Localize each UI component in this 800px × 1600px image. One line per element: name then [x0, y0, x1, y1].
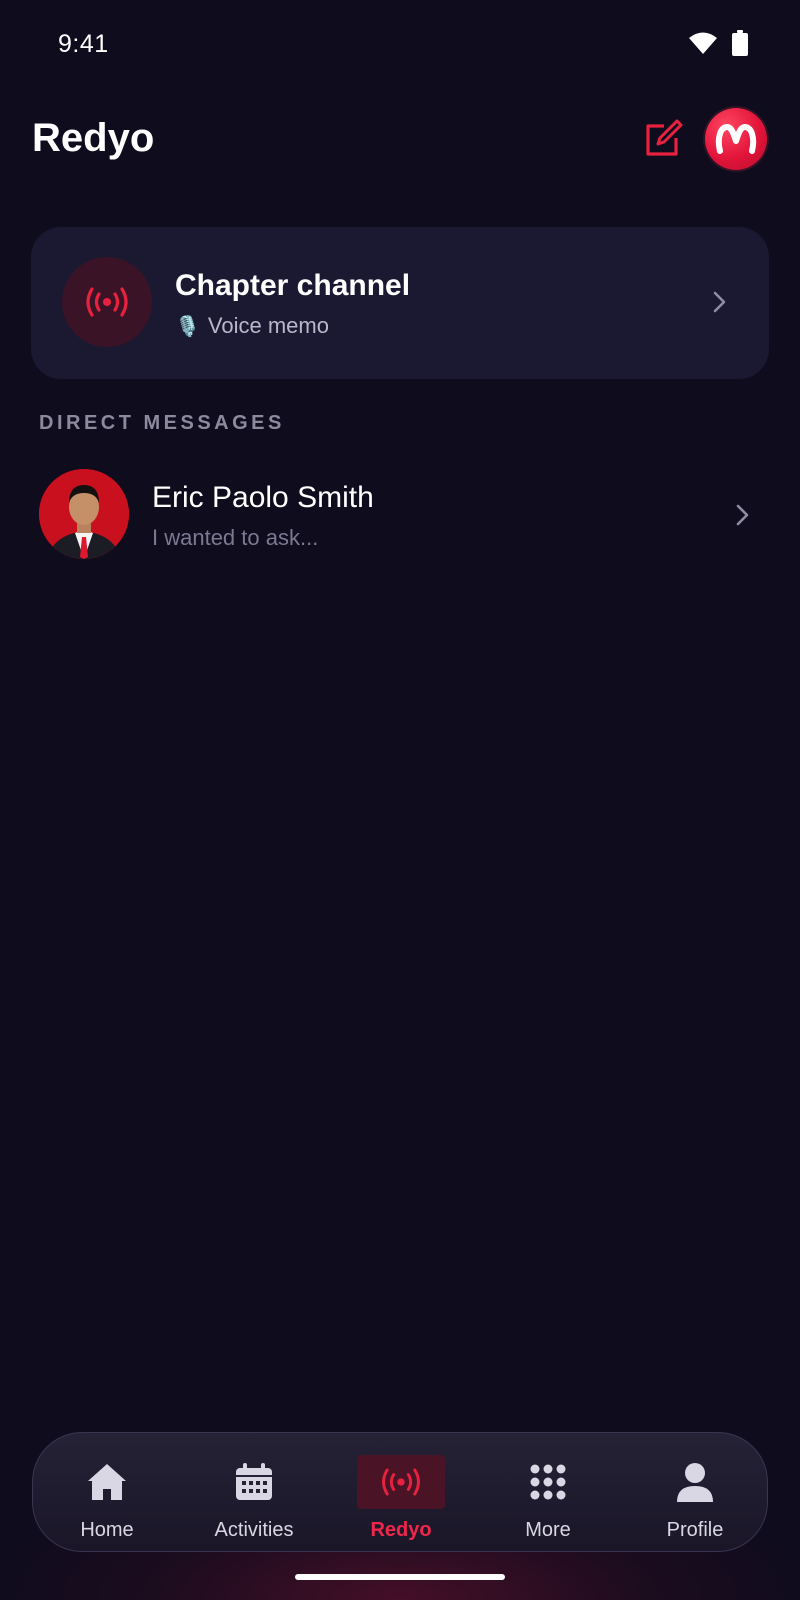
status-icons [688, 30, 748, 56]
home-indicator[interactable] [295, 1574, 505, 1580]
nav-item-more[interactable]: More [488, 1433, 608, 1553]
status-time: 9:41 [58, 30, 109, 58]
direct-messages-label: DIRECT MESSAGES [39, 412, 285, 434]
nav-icon-wrap [504, 1455, 592, 1509]
chevron-right-icon [713, 291, 726, 313]
dm-preview: I wanted to ask... [152, 525, 319, 550]
channel-subtitle: 🎙️ Voice memo [175, 313, 329, 339]
battery-icon [732, 30, 748, 56]
nav-icon-wrap [357, 1455, 445, 1509]
calendar-icon [236, 1463, 272, 1500]
nav-label: More [525, 1519, 571, 1541]
compose-icon [646, 119, 683, 156]
nav-icon-wrap [63, 1455, 151, 1509]
status-bar: 9:41 [0, 0, 800, 90]
dm-name: Eric Paolo Smith [152, 481, 374, 514]
nav-icon-wrap [651, 1455, 739, 1509]
nav-item-home[interactable]: Home [47, 1433, 167, 1553]
list-item[interactable]: Eric Paolo Smith I wanted to ask... [0, 465, 800, 565]
nav-item-activities[interactable]: Activities [194, 1433, 314, 1553]
chevron-right-icon [736, 504, 749, 526]
channel-icon-badge [62, 257, 152, 347]
nav-label: Activities [214, 1519, 294, 1541]
compose-button[interactable] [640, 116, 686, 162]
channel-subtitle-text: Voice memo [207, 313, 329, 338]
channel-title: Chapter channel [175, 269, 411, 302]
nav-label: Profile [666, 1519, 724, 1541]
person-photo [39, 469, 129, 559]
person-icon [677, 1463, 713, 1502]
broadcast-icon [86, 287, 128, 317]
nav-item-profile[interactable]: Profile [635, 1433, 755, 1553]
header: Redyo [0, 100, 800, 180]
grid-icon [530, 1464, 566, 1500]
wifi-icon [689, 32, 717, 54]
screen: 9:41 Redyo Chapter channel 🎙️ Voice memo… [0, 0, 800, 1600]
nav-label: Redyo [370, 1519, 432, 1541]
home-icon [88, 1464, 126, 1500]
microphone-icon: 🎙️ [175, 315, 200, 338]
nav-label: Home [80, 1519, 134, 1541]
org-avatar[interactable] [705, 108, 767, 170]
bottom-nav: Home Activities Redyo More Profile [32, 1432, 768, 1552]
nav-icon-wrap [210, 1455, 298, 1509]
org-logo-icon [715, 124, 757, 154]
page-title: Redyo [32, 116, 155, 160]
chapter-channel-card[interactable]: Chapter channel 🎙️ Voice memo [31, 227, 769, 379]
nav-item-redyo[interactable]: Redyo [341, 1433, 461, 1553]
broadcast-icon [382, 1468, 420, 1496]
avatar [39, 469, 129, 559]
